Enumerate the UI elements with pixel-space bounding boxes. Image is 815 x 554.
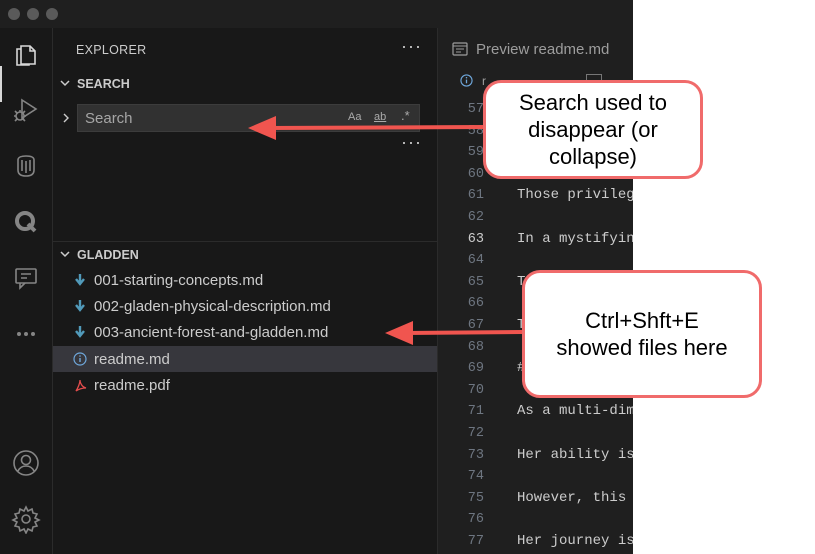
arrow-to-search: [267, 125, 484, 130]
arrow-to-files: [404, 330, 523, 335]
arrow-head-search: [248, 116, 276, 140]
annotation-arrows: [248, 116, 523, 345]
arrow-head-files: [385, 321, 413, 345]
